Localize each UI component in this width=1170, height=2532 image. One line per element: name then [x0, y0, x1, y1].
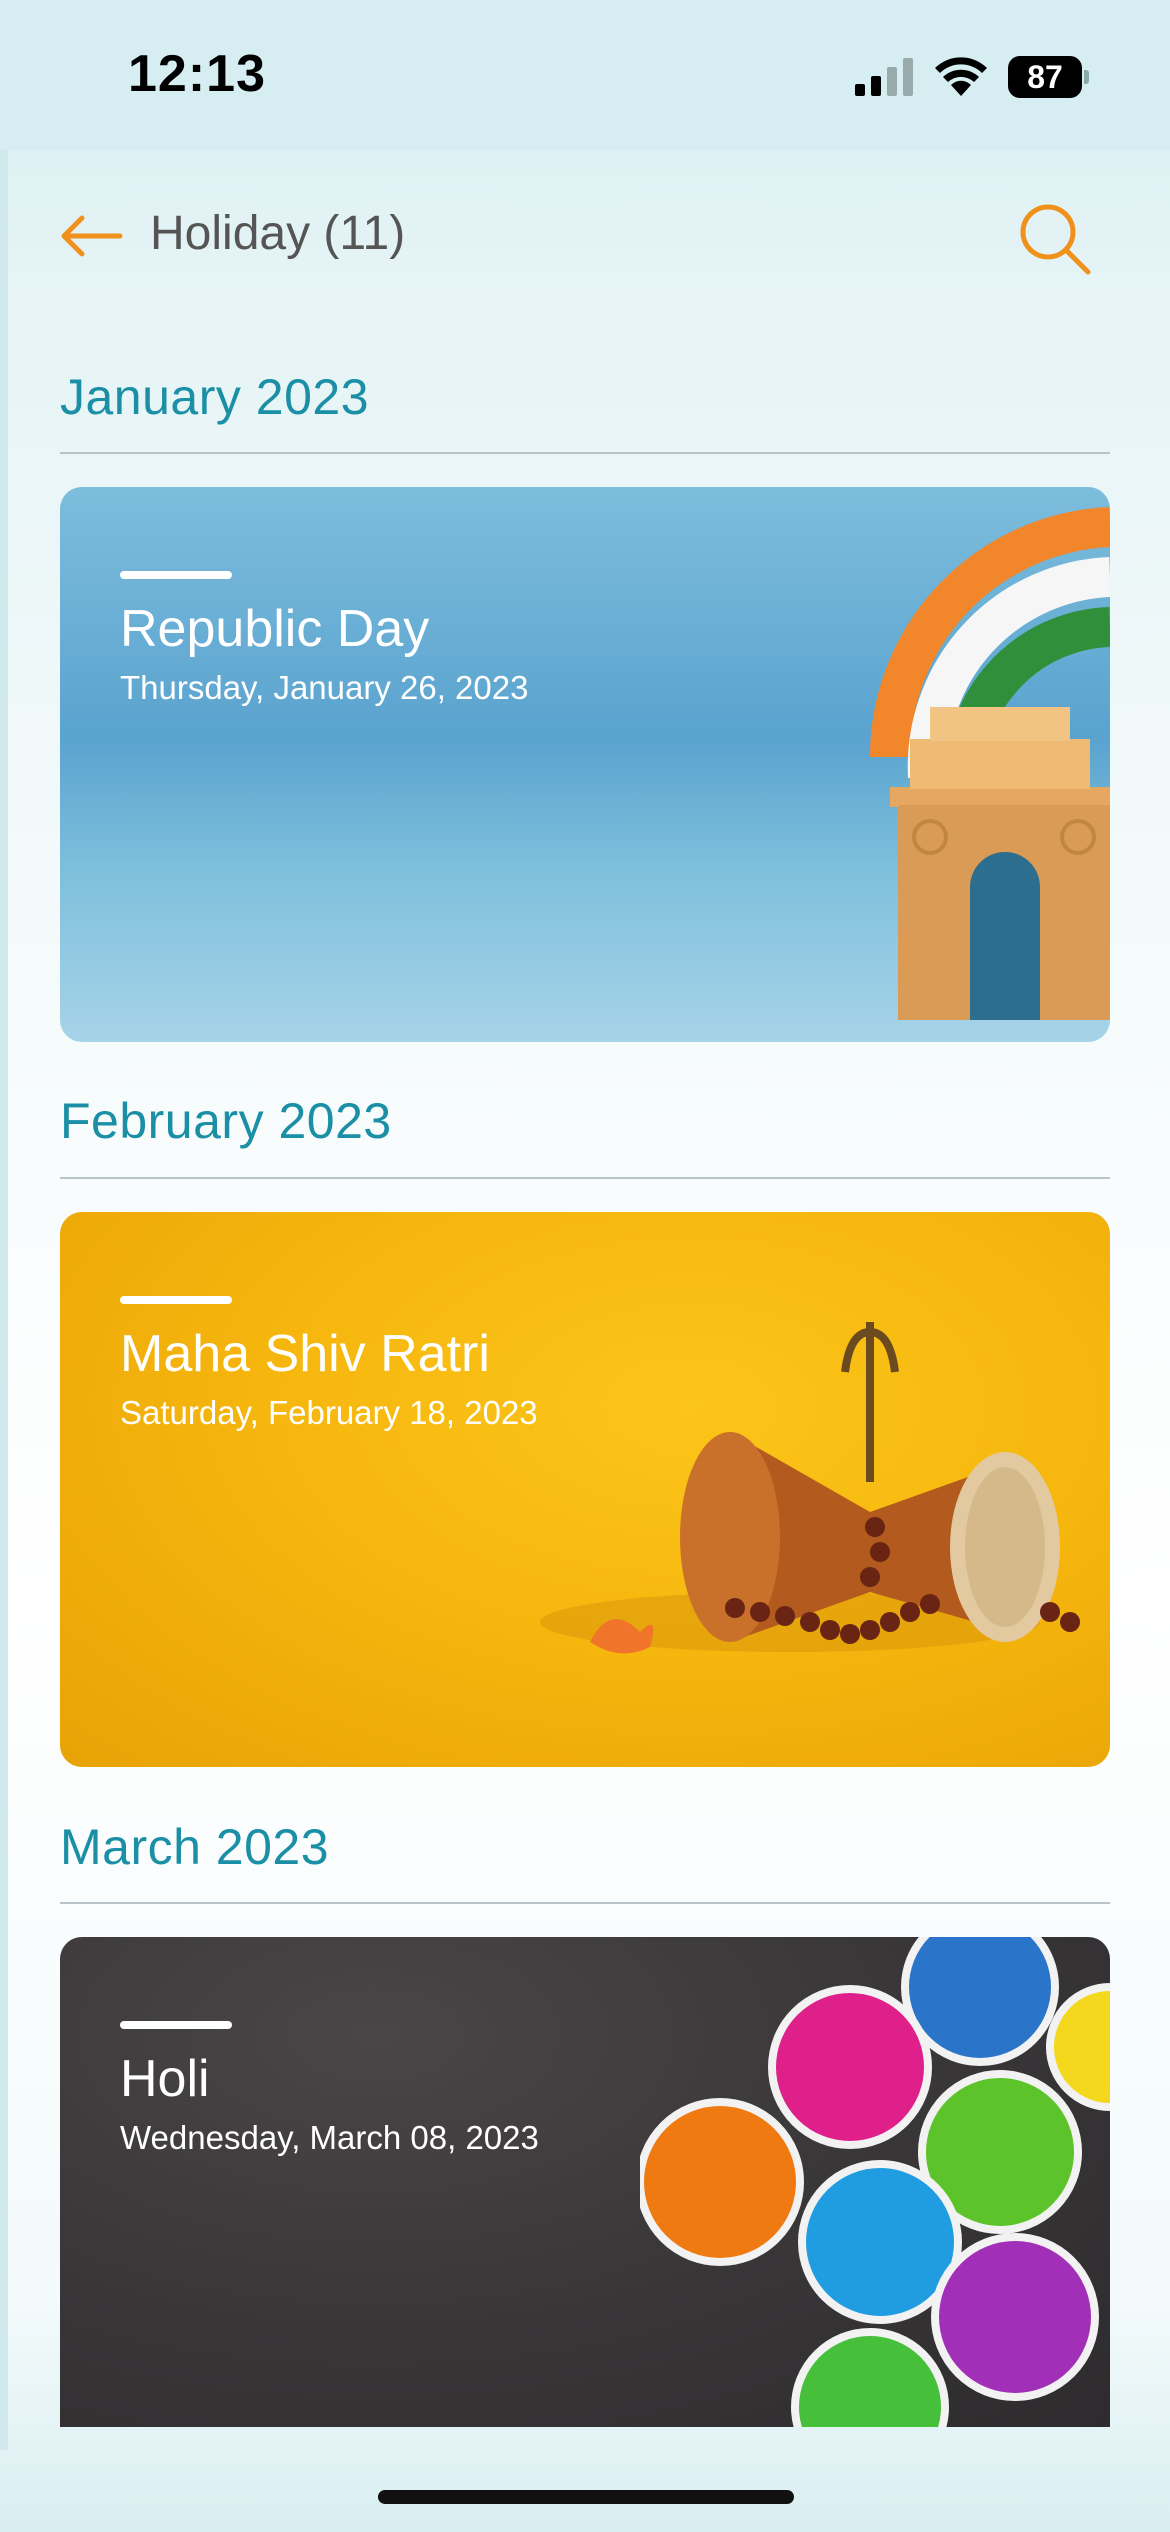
status-time: 12:13 [128, 45, 266, 103]
divider [60, 452, 1110, 454]
arrow-left-icon[interactable] [58, 208, 124, 264]
month-header-march: March 2023 [60, 1819, 330, 1875]
damru-illustration [540, 1322, 1080, 1654]
card-accent-bar [120, 2021, 232, 2029]
color-powder-bowls-illustration [640, 1937, 1110, 2427]
status-bar: 12:13 87 [0, 0, 1170, 150]
month-header-february: February 2023 [60, 1093, 392, 1149]
divider [60, 1902, 1110, 1904]
side-rail [0, 150, 8, 2450]
wifi-icon [935, 57, 987, 96]
month-header-january: January 2023 [60, 369, 370, 425]
home-indicator[interactable] [378, 2490, 794, 2504]
holiday-card-republic-day[interactable]: Republic Day Thursday, January 26, 2023 [60, 487, 1110, 1042]
holiday-date: Wednesday, March 08, 2023 [120, 2119, 539, 2156]
holiday-card-maha-shiv-ratri[interactable]: Maha Shiv Ratri Saturday, February 18, 2… [60, 1212, 1110, 1767]
card-accent-bar [120, 571, 232, 579]
holiday-date: Thursday, January 26, 2023 [120, 669, 529, 706]
card-accent-bar [120, 1296, 232, 1304]
holiday-name: Holi [120, 2050, 210, 2108]
holiday-name: Republic Day [120, 600, 430, 658]
battery-level: 87 [1008, 56, 1082, 98]
search-icon[interactable] [1018, 200, 1094, 276]
holiday-date: Saturday, February 18, 2023 [120, 1394, 538, 1431]
divider [60, 1177, 1110, 1179]
battery-cap [1084, 70, 1089, 84]
battery-icon: 87 [1008, 56, 1089, 98]
page-title: Holiday (11) [150, 207, 406, 260]
holiday-name: Maha Shiv Ratri [120, 1325, 490, 1383]
cellular-signal-icon [855, 58, 913, 96]
india-gate-illustration [869, 507, 1110, 1020]
holiday-card-holi[interactable]: Holi Wednesday, March 08, 2023 [60, 1937, 1110, 2427]
